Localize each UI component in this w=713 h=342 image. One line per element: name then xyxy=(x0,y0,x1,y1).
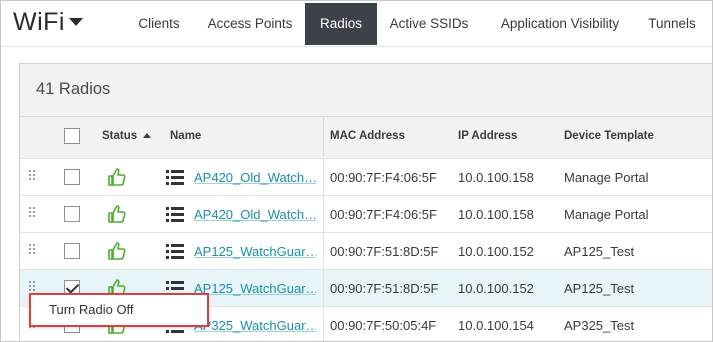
column-ip-address[interactable]: IP Address xyxy=(458,117,517,155)
radio-name-link[interactable]: AP125_WatchGuar… xyxy=(194,233,316,270)
table-row[interactable]: AP125_WatchGuar… 00:90:7F:51:8D:5F 10.0.… xyxy=(20,232,712,270)
ip-address: 10.0.100.154 xyxy=(458,318,534,333)
column-status[interactable]: Status xyxy=(102,117,152,155)
column-divider xyxy=(323,196,324,233)
drag-handle-icon[interactable] xyxy=(29,170,35,184)
row-checkbox[interactable] xyxy=(64,169,80,185)
app-frame: WiFi Clients Access Points Radios Active… xyxy=(0,0,713,342)
row-checkbox[interactable] xyxy=(64,206,80,222)
tab-active-ssids[interactable]: Active SSIDs xyxy=(383,3,475,45)
thumbs-up-icon xyxy=(108,205,126,223)
list-icon[interactable] xyxy=(166,243,184,259)
mac-address: 00:90:7F:51:8D:5F xyxy=(330,244,439,259)
device-template: AP325_Test xyxy=(564,318,635,333)
column-divider xyxy=(323,159,324,196)
device-template: Manage Portal xyxy=(564,170,649,185)
mac-address: 00:90:7F:50:05:4F xyxy=(330,318,437,333)
turn-radio-off-menu-item[interactable]: Turn Radio Off xyxy=(49,295,134,325)
table-header: Status Name MAC Address IP Address Devic… xyxy=(20,117,712,155)
drag-handle-icon[interactable] xyxy=(29,207,35,221)
drag-handle-icon[interactable] xyxy=(29,244,35,258)
ip-address: 10.0.100.152 xyxy=(458,244,534,259)
radio-name-link[interactable]: AP420_Old_Watch… xyxy=(194,196,316,233)
sort-asc-icon xyxy=(143,133,152,138)
select-all-checkbox[interactable] xyxy=(64,128,80,144)
column-divider xyxy=(323,270,324,307)
app-title[interactable]: WiFi xyxy=(13,8,65,37)
ip-address: 10.0.100.158 xyxy=(458,170,534,185)
top-nav: WiFi Clients Access Points Radios Active… xyxy=(1,1,712,47)
tab-tunnels[interactable]: Tunnels xyxy=(640,3,704,45)
device-template: AP125_Test xyxy=(564,244,635,259)
list-icon[interactable] xyxy=(166,169,184,185)
column-mac-address[interactable]: MAC Address xyxy=(330,117,405,155)
ip-address: 10.0.100.158 xyxy=(458,207,534,222)
column-divider[interactable] xyxy=(323,117,324,155)
row-checkbox[interactable] xyxy=(64,243,80,259)
column-status-label: Status xyxy=(102,130,138,142)
radio-name-link[interactable]: AP125_WatchGuar… xyxy=(194,270,316,307)
device-template: AP125_Test xyxy=(564,281,635,296)
tab-application-visibility[interactable]: Application Visibility xyxy=(488,3,632,45)
row-context-menu: Turn Radio Off xyxy=(29,293,209,327)
table-row[interactable]: AP420_Old_Watch… 00:90:7F:F4:06:5F 10.0.… xyxy=(20,195,712,233)
radios-count: 41 Radios xyxy=(36,80,111,98)
caret-down-icon[interactable] xyxy=(69,18,83,26)
radio-name-link[interactable]: AP325_WatchGuar… xyxy=(194,307,316,341)
thumbs-up-icon xyxy=(108,168,126,186)
mac-address: 00:90:7F:51:8D:5F xyxy=(330,281,439,296)
column-divider xyxy=(323,233,324,270)
column-device-template[interactable]: Device Template xyxy=(564,117,654,155)
mac-address: 00:90:7F:F4:06:5F xyxy=(330,207,437,222)
list-icon[interactable] xyxy=(166,206,184,222)
thumbs-up-icon xyxy=(108,242,126,260)
column-name[interactable]: Name xyxy=(170,117,201,155)
tab-access-points[interactable]: Access Points xyxy=(202,3,298,45)
tab-radios[interactable]: Radios xyxy=(305,3,377,45)
column-divider xyxy=(323,307,324,341)
radio-name-link[interactable]: AP420_Old_Watch… xyxy=(194,159,316,196)
mac-address: 00:90:7F:F4:06:5F xyxy=(330,170,437,185)
ip-address: 10.0.100.152 xyxy=(458,281,534,296)
tab-clients[interactable]: Clients xyxy=(124,3,194,45)
table-row[interactable]: AP420_Old_Watch… 00:90:7F:F4:06:5F 10.0.… xyxy=(20,158,712,196)
device-template: Manage Portal xyxy=(564,207,649,222)
